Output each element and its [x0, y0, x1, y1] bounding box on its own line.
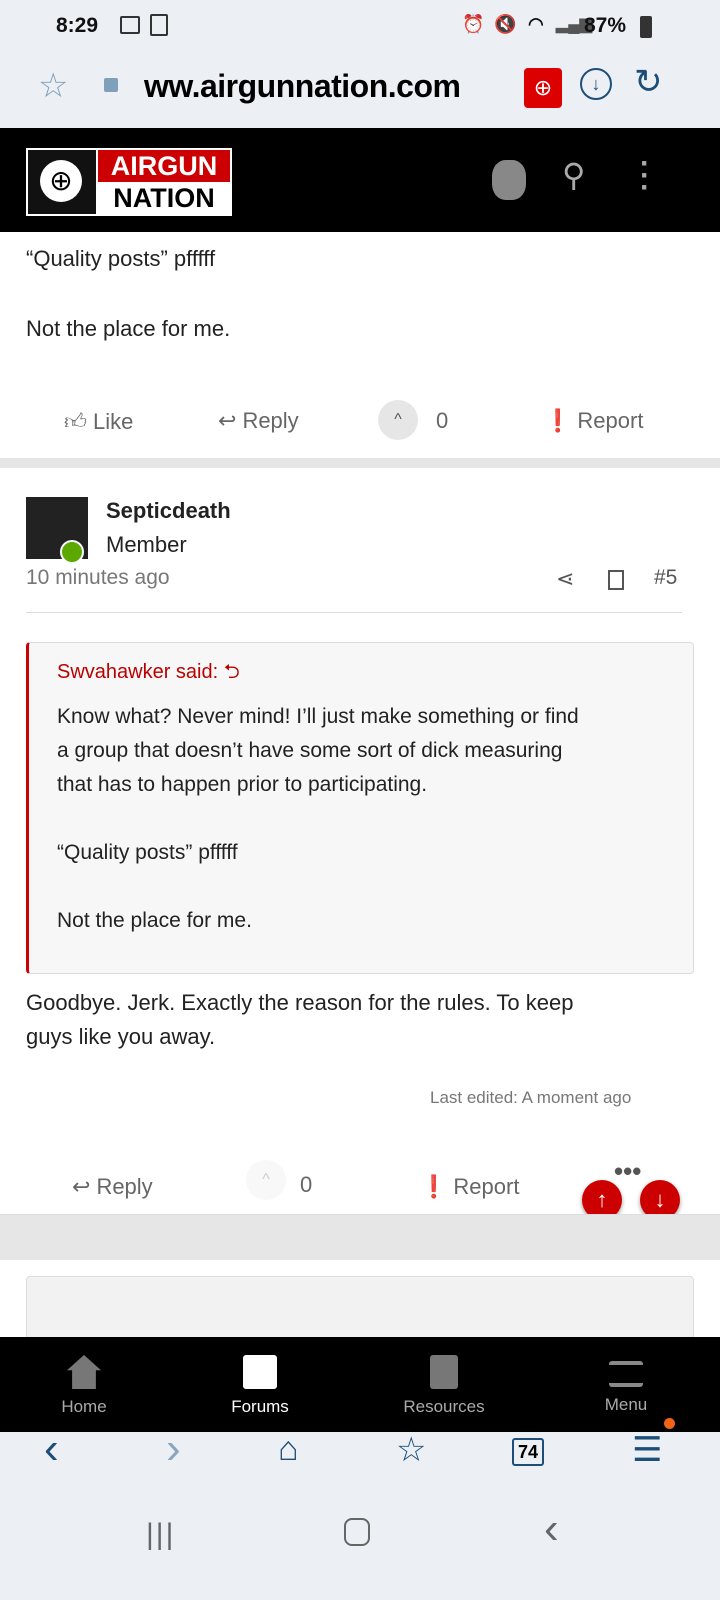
- author-role: Member: [106, 532, 187, 557]
- alert-icon: ❗: [420, 1174, 448, 1199]
- download-icon[interactable]: ↓: [580, 68, 612, 100]
- quote-text: Not the place for me.: [57, 909, 252, 932]
- like-button[interactable]: 👍︎ Like: [64, 408, 133, 435]
- mute-icon: 🔇: [494, 14, 517, 34]
- upvote-button[interactable]: ^: [378, 400, 418, 440]
- nav-menu[interactable]: Menu: [556, 1337, 696, 1432]
- recent-apps-icon[interactable]: |||: [146, 1518, 175, 1552]
- status-bar: 8:29 ⏰ 🔇 ◠ ▂▄▆ 87%: [0, 0, 720, 52]
- airgun-nation-logo[interactable]: ⊕ AIRGUN NATION: [26, 148, 232, 216]
- search-icon[interactable]: ⚲: [562, 156, 585, 194]
- bottom-nav: Home Forums Resources Menu: [0, 1337, 720, 1432]
- browser-menu-icon[interactable]: ☰: [632, 1430, 662, 1470]
- site-header: ⊕ AIRGUN NATION ⚲ · · ·: [0, 128, 720, 232]
- last-edited: Last edited: A moment ago: [430, 1088, 632, 1107]
- battery-percent: 87%: [584, 14, 627, 37]
- quote-text: that has to happen prior to participatin…: [57, 773, 428, 796]
- online-status-icon: [60, 540, 84, 564]
- nav-home[interactable]: Home: [14, 1337, 154, 1432]
- bookmarks-icon[interactable]: ☆: [396, 1430, 426, 1470]
- bookmark-icon[interactable]: [608, 570, 624, 590]
- nav-resources[interactable]: Resources: [374, 1337, 514, 1432]
- share-icon[interactable]: ⋖: [556, 566, 574, 592]
- clipboard-icon: [150, 14, 168, 36]
- report-button[interactable]: ❗ Report: [544, 408, 643, 434]
- post-number[interactable]: #5: [654, 566, 677, 590]
- reply-button[interactable]: ↩ Reply: [72, 1174, 153, 1200]
- alarm-icon: ⏰: [462, 14, 485, 34]
- divider: [26, 612, 682, 613]
- clock: 8:29: [56, 14, 99, 37]
- battery-icon: [640, 16, 652, 38]
- post-body: Goodbye. Jerk. Exactly the reason for th…: [26, 990, 574, 1015]
- reload-icon[interactable]: ↻: [634, 62, 663, 102]
- quote-author[interactable]: Swvahawker said: ⮌: [57, 657, 240, 691]
- wifi-icon: ◠: [528, 14, 544, 34]
- tabs-button[interactable]: 74: [512, 1438, 544, 1466]
- quote-text: a group that doesn’t have some sort of d…: [57, 739, 563, 762]
- home-icon[interactable]: ⌂: [278, 1430, 299, 1469]
- reply-editor-toolbar[interactable]: [26, 1276, 694, 1346]
- quote-text: “Quality posts” pfffff: [57, 841, 238, 864]
- lock-icon: [104, 78, 118, 92]
- quote-text: Know what? Never mind! I’ll just make so…: [57, 705, 579, 728]
- more-options-icon[interactable]: •••: [614, 1156, 641, 1187]
- quote-block: Swvahawker said: ⮌ Know what? Never mind…: [26, 642, 694, 974]
- home-icon: [67, 1355, 101, 1389]
- book-icon: [430, 1355, 458, 1389]
- home-nav-icon[interactable]: [344, 1518, 370, 1546]
- report-button[interactable]: ❗ Report: [420, 1174, 519, 1200]
- site-extension-icon[interactable]: ⊕: [524, 68, 562, 108]
- post-divider: [0, 458, 720, 468]
- author-name[interactable]: Septicdeath: [106, 498, 231, 524]
- post-time[interactable]: 10 minutes ago: [26, 566, 170, 590]
- section-divider: [0, 1214, 720, 1260]
- url-text[interactable]: ww.airgunnation.com: [144, 68, 461, 105]
- alert-icon: ❗: [544, 408, 572, 433]
- vote-count: 0: [436, 408, 449, 433]
- user-avatar[interactable]: [492, 160, 526, 200]
- hamburger-icon: [609, 1361, 643, 1387]
- reply-icon: ↩: [72, 1174, 91, 1199]
- gallery-icon: [120, 16, 140, 34]
- browser-url-bar: ☆ ww.airgunnation.com ⊕ ↓ ↻: [0, 52, 720, 128]
- browser-toolbar: ‹ › ⌂ ☆ 74 ☰ ||| ‹: [0, 1418, 720, 1600]
- reply-icon: ↩: [218, 408, 237, 433]
- back-icon[interactable]: ‹: [44, 1424, 59, 1474]
- post-body: guys like you away.: [26, 1024, 216, 1049]
- thumbs-up-icon: 👍︎: [64, 409, 87, 434]
- nav-forums[interactable]: Forums: [190, 1337, 330, 1432]
- reply-button[interactable]: ↩ Reply: [218, 408, 299, 434]
- chat-bubble-icon: [243, 1355, 277, 1389]
- bookmark-star-icon[interactable]: ☆: [38, 66, 68, 106]
- jump-to-quote-icon: ⮌: [223, 661, 240, 683]
- more-menu-icon[interactable]: · · ·: [640, 149, 650, 203]
- system-back-icon[interactable]: ‹: [544, 1504, 559, 1554]
- post-text: Not the place for me.: [26, 316, 231, 341]
- notification-dot: [664, 1418, 675, 1429]
- upvote-button[interactable]: ^: [246, 1160, 286, 1200]
- forward-icon[interactable]: ›: [166, 1424, 181, 1474]
- post-text: “Quality posts” pfffff: [26, 246, 216, 271]
- vote-count: 0: [300, 1172, 313, 1197]
